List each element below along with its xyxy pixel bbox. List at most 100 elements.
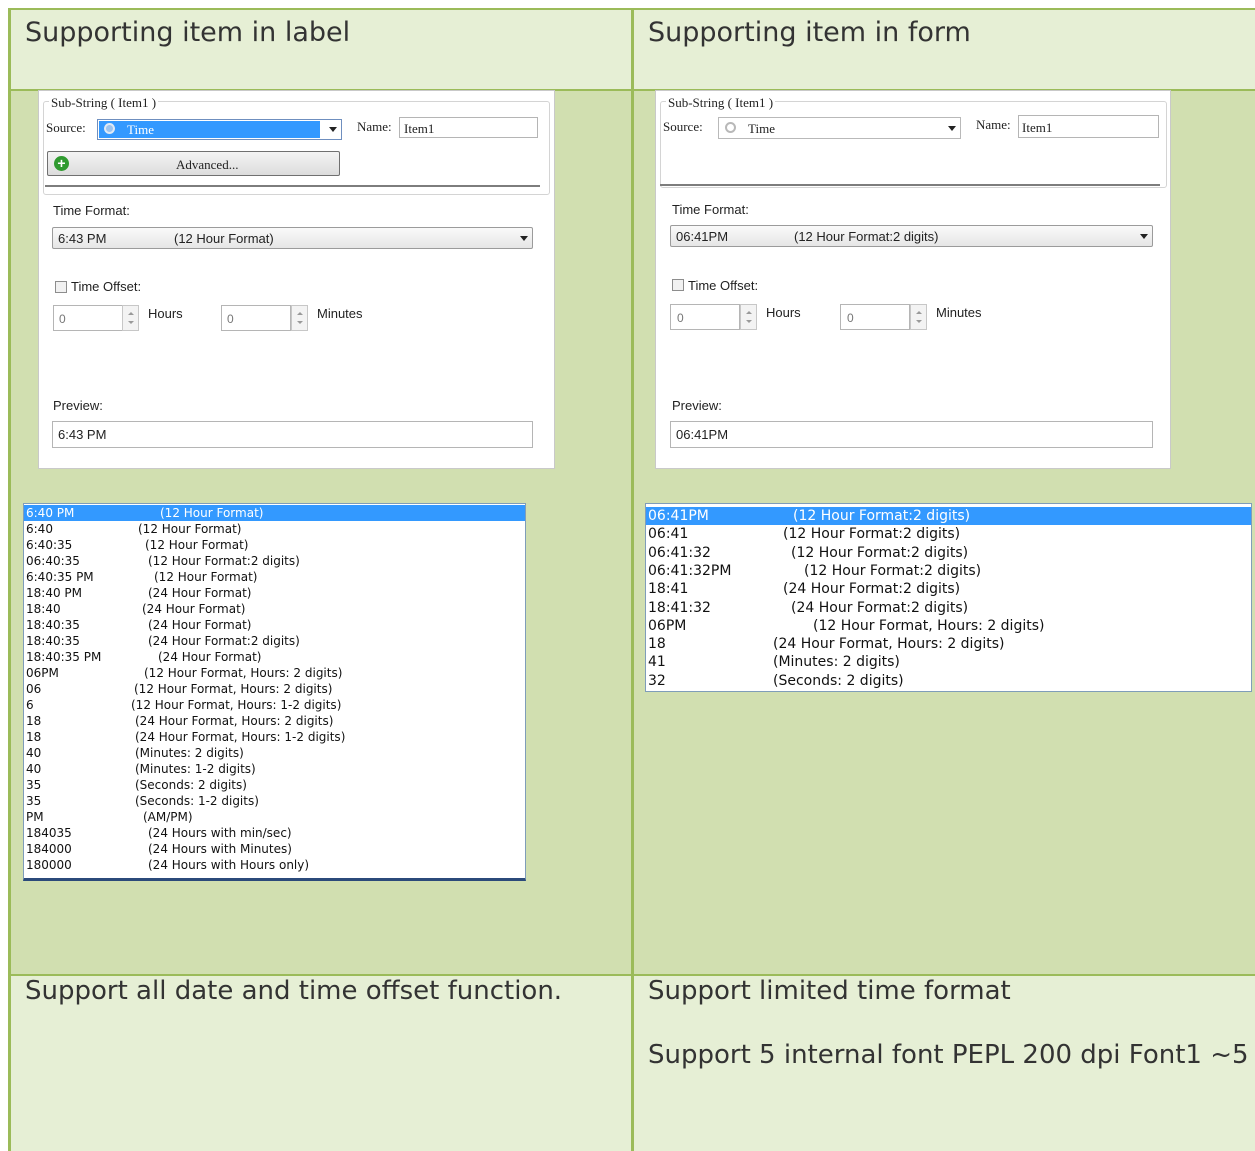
time-offset-checkbox[interactable] [672,279,684,291]
left-list-option[interactable]: 184000 (24 Hours with Minutes) [24,841,525,857]
left-list-option[interactable]: 40 (Minutes: 2 digits) [24,745,525,761]
option-description: (24 Hour Format) [148,618,252,632]
footer-left-text: Support all date and time offset functio… [25,976,563,1006]
group-title: Sub-String ( Item1 ) [666,95,776,111]
option-value: PM [26,810,44,824]
clock-icon [104,123,115,134]
header-left-title: Supporting item in label [25,17,351,48]
option-description: (12 Hour Format:2 digits) [783,526,961,543]
left-list-option[interactable]: 06PM (12 Hour Format, Hours: 2 digits) [24,665,525,681]
option-description: (12 Hour Format:2 digits) [793,508,971,524]
right-substring-dialog: Sub-String ( Item1 ) Source: Time Name: … [655,90,1171,469]
left-list-option[interactable]: 18:40:35 (24 Hour Format) [24,617,525,633]
minutes-label: Minutes [317,306,363,321]
time-format-dropdown[interactable]: 06:41PM (12 Hour Format:2 digits) [670,225,1153,247]
option-value: 06PM [648,617,687,634]
option-value: 6 [26,698,34,712]
option-description: (12 Hour Format:2 digits) [804,562,982,579]
option-description: (12 Hour Format) [145,538,249,552]
right-list-option[interactable]: 32 (Seconds: 2 digits) [646,672,1251,690]
option-value: 35 [26,794,42,808]
option-value: 6:40 [26,522,53,536]
option-description: (12 Hour Format, Hours: 2 digits) [134,682,333,696]
hours-input[interactable]: 0 [670,304,740,330]
name-input[interactable]: Item1 [399,117,538,138]
option-description: (24 Hour Format, Hours: 2 digits) [773,636,1005,653]
name-input[interactable]: Item1 [1018,115,1159,138]
hours-value: 0 [677,311,684,325]
left-list-option[interactable]: PM (AM/PM) [24,809,525,825]
left-list-option[interactable]: 18:40 (24 Hour Format) [24,601,525,617]
time-format-label: Time Format: [53,203,130,218]
left-list-option[interactable]: 40 (Minutes: 1-2 digits) [24,761,525,777]
left-list-option[interactable]: 06:40:35 (12 Hour Format:2 digits) [24,553,525,569]
name-value: Item1 [1022,120,1053,135]
minutes-spinner[interactable] [910,304,927,330]
advanced-button[interactable]: + Advanced... [47,151,340,176]
left-list-option[interactable]: 35 (Seconds: 2 digits) [24,777,525,793]
separator [660,184,1160,186]
left-list-option[interactable]: 18:40:35 (24 Hour Format:2 digits) [24,633,525,649]
time-format-dropdown[interactable]: 6:43 PM (12 Hour Format) [52,227,533,249]
right-list-option[interactable]: 06:41:32PM (12 Hour Format:2 digits) [646,562,1251,580]
right-list-option[interactable]: 18 (24 Hour Format, Hours: 2 digits) [646,635,1251,653]
option-description: (Seconds: 2 digits) [773,672,904,689]
left-list-option[interactable]: 6:40:35 (12 Hour Format) [24,537,525,553]
option-description: (12 Hour Format, Hours: 1-2 digits) [131,698,342,712]
left-list-option[interactable]: 18 (24 Hour Format, Hours: 2 digits) [24,713,525,729]
time-offset-label: Time Offset: [688,278,759,293]
minutes-input[interactable]: 0 [221,305,291,331]
time-format-desc: (12 Hour Format:2 digits) [794,229,939,244]
minutes-spinner[interactable] [291,305,308,331]
option-description: (12 Hour Format:2 digits) [791,544,969,561]
minutes-input[interactable]: 0 [840,304,910,330]
left-list-option[interactable]: 18:40:35 PM (24 Hour Format) [24,649,525,665]
option-description: (Minutes: 2 digits) [773,654,900,671]
hours-value: 0 [59,312,66,326]
hours-spinner[interactable] [122,305,139,331]
right-list-option[interactable]: 18:41:32 (24 Hour Format:2 digits) [646,599,1251,617]
left-list-option[interactable]: 06 (12 Hour Format, Hours: 2 digits) [24,681,525,697]
left-list-option[interactable]: 6:40 (12 Hour Format) [24,521,525,537]
left-list-option[interactable]: 18:40 PM (24 Hour Format) [24,585,525,601]
option-description: (24 Hours with min/sec) [148,826,292,840]
left-list-option[interactable]: 35 (Seconds: 1-2 digits) [24,793,525,809]
time-offset-checkbox[interactable] [55,281,67,293]
right-list-option[interactable]: 06PM (12 Hour Format, Hours: 2 digits) [646,617,1251,635]
left-list-option[interactable]: 184035 (24 Hours with min/sec) [24,825,525,841]
left-list-option[interactable]: 6:40:35 PM (12 Hour Format) [24,569,525,585]
source-label: Source: [663,119,703,134]
name-value: Item1 [404,121,435,136]
option-description: (12 Hour Format, Hours: 2 digits) [144,666,343,680]
left-time-format-list: 6:40 PM (12 Hour Format) 6:40 (12 Hour Form… [23,503,526,881]
right-list-option[interactable]: 18:41 (24 Hour Format:2 digits) [646,580,1251,598]
left-list-option[interactable]: 6 (12 Hour Format, Hours: 1-2 digits) [24,697,525,713]
right-list-option[interactable]: 06:41 (12 Hour Format:2 digits) [646,525,1251,543]
option-value: 180000 [26,858,72,872]
option-value: 32 [648,672,666,689]
option-value: 18:41 [648,581,689,598]
left-list-option[interactable]: 180000 (24 Hours with Hours only) [24,857,525,873]
source-dropdown[interactable]: Time [97,119,342,140]
option-value: 18:40:35 [26,618,80,632]
minutes-label: Minutes [936,305,982,320]
option-description: (24 Hour Format, Hours: 2 digits) [135,714,334,728]
hours-spinner[interactable] [740,304,757,330]
option-value: 18:41:32 [648,599,711,616]
advanced-button-label: Advanced... [176,157,239,172]
source-dropdown[interactable]: Time [718,117,961,139]
right-list-option[interactable]: 06:41PM (12 Hour Format:2 digits) [646,507,1251,526]
left-list-option[interactable]: 18 (24 Hour Format, Hours: 1-2 digits) [24,729,525,745]
chevron-down-icon [520,236,528,241]
option-value: 6:40:35 [26,538,73,552]
option-value: 18 [26,714,42,728]
option-description: (12 Hour Format) [160,506,264,520]
header-right-cell: Supporting item in form [634,8,1255,89]
right-list-option[interactable]: 41 (Minutes: 2 digits) [646,653,1251,671]
right-list-option[interactable]: 06:41:32 (12 Hour Format:2 digits) [646,544,1251,562]
hours-input[interactable]: 0 [53,305,123,331]
time-format-label: Time Format: [672,202,749,217]
left-list-option[interactable]: 6:40 PM (12 Hour Format) [24,505,525,521]
option-value: 18:40 PM [26,586,82,600]
chevron-down-icon [948,126,956,131]
